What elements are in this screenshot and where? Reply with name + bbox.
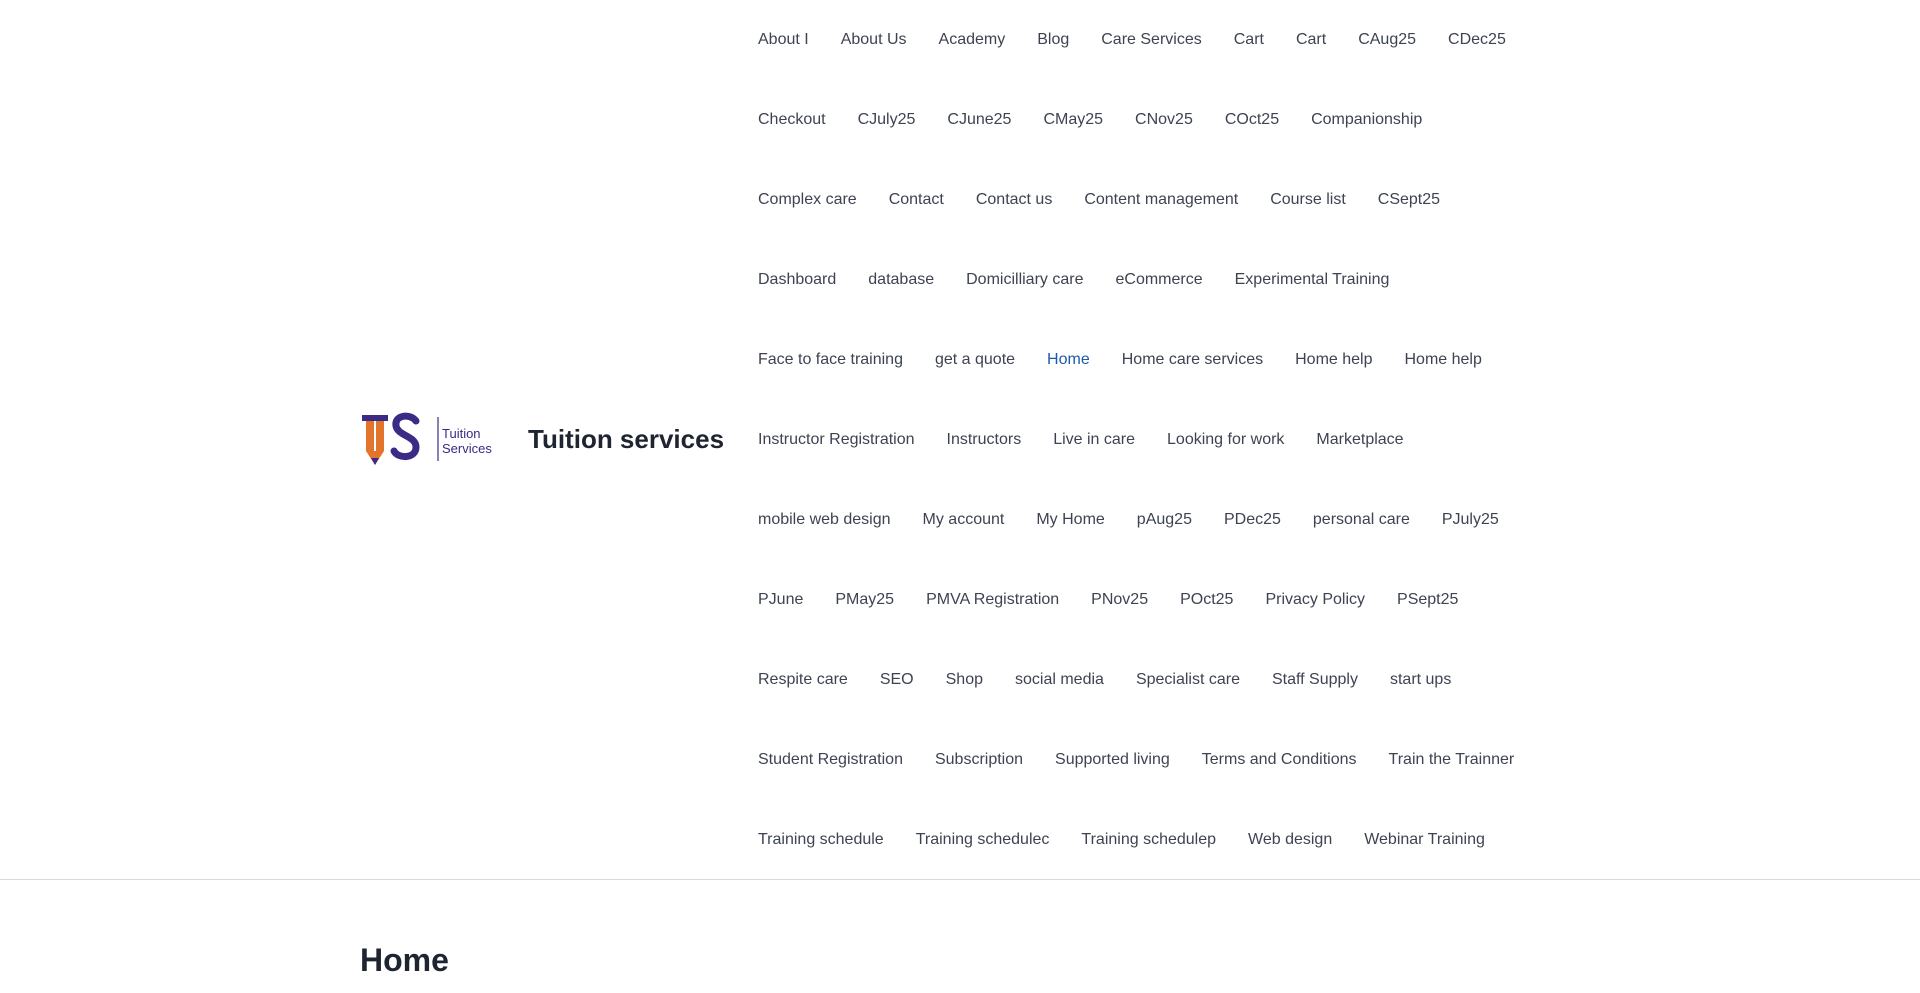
site-title[interactable]: Tuition services: [528, 424, 724, 455]
nav-link-paug25[interactable]: pAug25: [1137, 511, 1192, 529]
nav-link-face-to-face-training[interactable]: Face to face training: [758, 351, 903, 369]
nav-link-staff-supply[interactable]: Staff Supply: [1272, 671, 1358, 689]
nav-link-coct25[interactable]: COct25: [1225, 111, 1279, 129]
site-logo[interactable]: Tuition Services: [360, 409, 506, 469]
nav-link-specialist-care[interactable]: Specialist care: [1136, 671, 1240, 689]
nav-row: About I About Us Academy Blog Care Services C…: [758, 0, 1578, 80]
nav-link-shop[interactable]: Shop: [946, 671, 983, 689]
nav-link-pmva-registration[interactable]: PMVA Registration: [926, 591, 1059, 609]
nav-link-respite-care[interactable]: Respite care: [758, 671, 848, 689]
nav-link-checkout[interactable]: Checkout: [758, 111, 826, 129]
nav-link-cmay25[interactable]: CMay25: [1043, 111, 1103, 129]
nav-row: Face to face training get a quote Home Home…: [758, 320, 1578, 400]
nav-link-terms-and-conditions[interactable]: Terms and Conditions: [1202, 751, 1357, 769]
nav-link-about-us[interactable]: About Us: [841, 31, 907, 49]
nav-link-training-schedulep[interactable]: Training schedulep: [1081, 831, 1216, 849]
nav-row: Training schedule Training schedulec Train…: [758, 800, 1578, 880]
nav-link-csept25[interactable]: CSept25: [1378, 191, 1440, 209]
nav-link-train-the-trainner[interactable]: Train the Trainner: [1389, 751, 1515, 769]
nav-link-supported-living[interactable]: Supported living: [1055, 751, 1170, 769]
nav-link-complex-care[interactable]: Complex care: [758, 191, 857, 209]
logo-text-line-2: Services: [442, 441, 492, 456]
nav-link-home-care-services[interactable]: Home care services: [1122, 351, 1263, 369]
nav-link-experimental-training[interactable]: Experimental Training: [1235, 271, 1390, 289]
nav-link-dashboard[interactable]: Dashboard: [758, 271, 836, 289]
nav-link-cjuly25[interactable]: CJuly25: [858, 111, 916, 129]
nav-link-cjune25[interactable]: CJune25: [947, 111, 1011, 129]
nav-row: Student Registration Subscription Supporte…: [758, 720, 1578, 800]
logo-text-line-1: Tuition: [442, 426, 481, 441]
nav-link-academy[interactable]: Academy: [939, 31, 1006, 49]
nav-link-privacy-policy[interactable]: Privacy Policy: [1265, 591, 1365, 609]
nav-link-home-help[interactable]: Home help: [1404, 351, 1481, 369]
nav-link-home[interactable]: Home: [1047, 351, 1090, 369]
nav-link-training-schedulec[interactable]: Training schedulec: [916, 831, 1050, 849]
nav-link-pjune[interactable]: PJune: [758, 591, 803, 609]
nav-link-looking-for-work[interactable]: Looking for work: [1167, 431, 1284, 449]
nav-link-pmay25[interactable]: PMay25: [835, 591, 894, 609]
nav-link-student-registration[interactable]: Student Registration: [758, 751, 903, 769]
nav-link-cdec25[interactable]: CDec25: [1448, 31, 1506, 49]
nav-link-contact[interactable]: Contact: [889, 191, 944, 209]
nav-row: Respite care SEO Shop social media Specialis…: [758, 640, 1578, 720]
nav-row: Checkout CJuly25 CJune25 CMay25 CNov25 COct25…: [758, 80, 1578, 160]
site-branding: Tuition Services Tuition services: [360, 409, 724, 469]
nav-link-pdec25[interactable]: PDec25: [1224, 511, 1281, 529]
nav-link-psept25[interactable]: PSept25: [1397, 591, 1458, 609]
page-title: Home: [360, 942, 449, 978]
nav-link-live-in-care[interactable]: Live in care: [1053, 431, 1135, 449]
nav-row: Complex care Contact Contact us Content man…: [758, 160, 1578, 240]
nav-link-social-media[interactable]: social media: [1015, 671, 1104, 689]
nav-link-training-schedule[interactable]: Training schedule: [758, 831, 884, 849]
nav-link-about-i[interactable]: About I: [758, 31, 809, 49]
nav-link-marketplace[interactable]: Marketplace: [1316, 431, 1403, 449]
nav-link-pjuly25[interactable]: PJuly25: [1442, 511, 1499, 529]
nav-link-my-account[interactable]: My account: [923, 511, 1005, 529]
nav-link-caug25[interactable]: CAug25: [1358, 31, 1416, 49]
nav-link-database[interactable]: database: [868, 271, 934, 289]
nav-link-companionship[interactable]: Companionship: [1311, 111, 1422, 129]
nav-link-web-design[interactable]: Web design: [1248, 831, 1332, 849]
nav-link-poct25[interactable]: POct25: [1180, 591, 1233, 609]
nav-row: Dashboard database Domicilliary care eComme…: [758, 240, 1578, 320]
nav-link-domicilliary-care[interactable]: Domicilliary care: [966, 271, 1083, 289]
nav-link-course-list[interactable]: Course list: [1270, 191, 1346, 209]
nav-link-cart[interactable]: Cart: [1296, 31, 1326, 49]
nav-link-cart[interactable]: Cart: [1234, 31, 1264, 49]
nav-link-start-ups[interactable]: start ups: [1390, 671, 1451, 689]
nav-link-personal-care[interactable]: personal care: [1313, 511, 1410, 529]
nav-link-contact-us[interactable]: Contact us: [976, 191, 1052, 209]
nav-link-cnov25[interactable]: CNov25: [1135, 111, 1193, 129]
nav-link-pnov25[interactable]: PNov25: [1091, 591, 1148, 609]
nav-row: Instructor Registration Instructors Live i…: [758, 400, 1578, 480]
nav-link-blog[interactable]: Blog: [1037, 31, 1069, 49]
nav-row: mobile web design My account My Home pAug25…: [758, 480, 1578, 560]
nav-link-my-home[interactable]: My Home: [1036, 511, 1104, 529]
nav-link-get-a-quote[interactable]: get a quote: [935, 351, 1015, 369]
nav-link-webinar-training[interactable]: Webinar Training: [1364, 831, 1485, 849]
nav-link-care-services[interactable]: Care Services: [1101, 31, 1201, 49]
nav-link-content-management[interactable]: Content management: [1084, 191, 1238, 209]
nav-link-instructors[interactable]: Instructors: [947, 431, 1022, 449]
nav-link-instructor-registration[interactable]: Instructor Registration: [758, 431, 915, 449]
nav-link-home-help[interactable]: Home help: [1295, 351, 1372, 369]
primary-navigation: About I About Us Academy Blog Care Services C…: [758, 0, 1578, 880]
site-header: Tuition Services Tuition services About …: [0, 0, 1920, 880]
nav-row: PJune PMay25 PMVA Registration PNov25 POct25…: [758, 560, 1578, 640]
nav-link-subscription[interactable]: Subscription: [935, 751, 1023, 769]
nav-link-mobile-web-design[interactable]: mobile web design: [758, 511, 891, 529]
nav-link-ecommerce[interactable]: eCommerce: [1115, 271, 1202, 289]
nav-link-seo[interactable]: SEO: [880, 671, 914, 689]
